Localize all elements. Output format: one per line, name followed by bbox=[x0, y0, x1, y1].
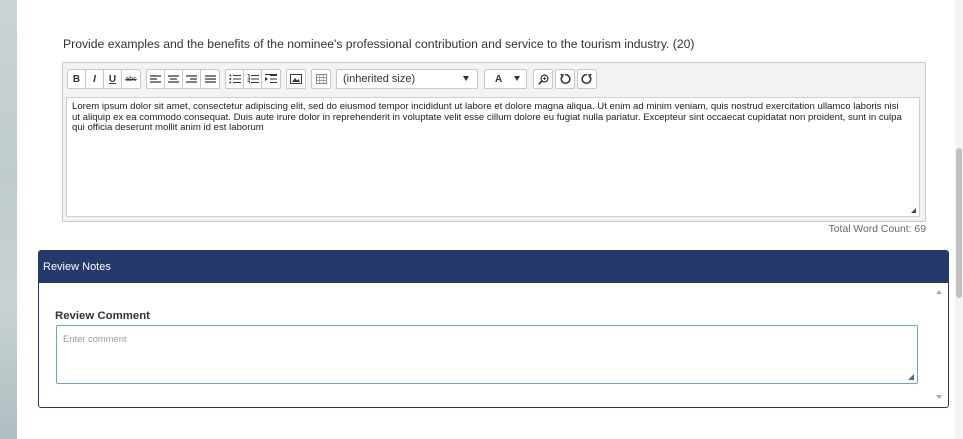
justify-button[interactable] bbox=[200, 69, 220, 89]
resize-handle-icon[interactable] bbox=[911, 208, 916, 213]
align-left-button[interactable] bbox=[146, 69, 165, 89]
font-color-select[interactable]: A bbox=[484, 69, 527, 89]
review-notes-body: Review Comment bbox=[39, 283, 948, 407]
page-scrollbar-thumb[interactable] bbox=[956, 148, 962, 298]
undo-icon bbox=[560, 73, 571, 84]
page-scrollbar[interactable] bbox=[955, 0, 963, 439]
undo-button[interactable] bbox=[555, 69, 575, 89]
table-icon bbox=[315, 74, 327, 84]
scroll-down-icon[interactable] bbox=[936, 395, 942, 399]
total-word-count: Total Word Count: 69 bbox=[828, 224, 926, 235]
justify-icon bbox=[204, 74, 216, 83]
redo-button[interactable] bbox=[577, 69, 597, 89]
font-size-select[interactable]: (inherited size) bbox=[336, 69, 478, 89]
font-size-value: (inherited size) bbox=[343, 73, 416, 85]
editor-content-text: Lorem ipsum dolor sit amet, consectetur … bbox=[72, 101, 902, 134]
insert-image-button[interactable] bbox=[286, 69, 306, 89]
align-right-button[interactable] bbox=[182, 69, 201, 89]
review-comment-label: Review Comment bbox=[55, 310, 150, 322]
chevron-down-icon bbox=[463, 76, 469, 81]
redo-icon bbox=[581, 73, 592, 84]
page-left-edge bbox=[0, 0, 17, 439]
align-right-icon bbox=[186, 74, 197, 83]
editor-content-area[interactable]: Lorem ipsum dolor sit amet, consectetur … bbox=[66, 97, 920, 217]
review-comment-input[interactable] bbox=[56, 325, 918, 384]
bold-button[interactable]: B bbox=[67, 69, 86, 89]
zoom-button[interactable] bbox=[533, 69, 553, 89]
resize-handle-icon[interactable] bbox=[908, 374, 914, 380]
image-icon bbox=[290, 74, 302, 84]
numbered-list-button[interactable] bbox=[243, 69, 262, 89]
align-center-icon bbox=[168, 74, 179, 83]
indent-icon bbox=[265, 74, 277, 84]
align-left-icon bbox=[150, 74, 161, 83]
indent-button[interactable] bbox=[261, 69, 281, 89]
zoom-icon bbox=[537, 73, 549, 85]
chevron-down-icon bbox=[514, 76, 520, 81]
review-notes-panel: Review Notes Review Comment bbox=[38, 250, 949, 408]
scroll-up-icon[interactable] bbox=[936, 290, 942, 294]
font-color-label: A bbox=[495, 73, 503, 85]
question-prompt: Provide examples and the benefits of the… bbox=[63, 37, 695, 51]
underline-button[interactable]: U bbox=[103, 69, 122, 89]
numbered-list-icon bbox=[247, 74, 259, 84]
italic-button[interactable]: I bbox=[85, 69, 104, 89]
align-center-button[interactable] bbox=[164, 69, 183, 89]
insert-table-button[interactable] bbox=[311, 69, 331, 89]
review-notes-header: Review Notes bbox=[39, 251, 948, 283]
bullet-list-icon bbox=[228, 74, 241, 84]
strikethrough-button[interactable]: abc bbox=[121, 69, 141, 89]
bullet-list-button[interactable] bbox=[225, 69, 244, 89]
rich-text-editor: B I U abc (inherited size) A Lorem ipsum… bbox=[62, 62, 926, 222]
